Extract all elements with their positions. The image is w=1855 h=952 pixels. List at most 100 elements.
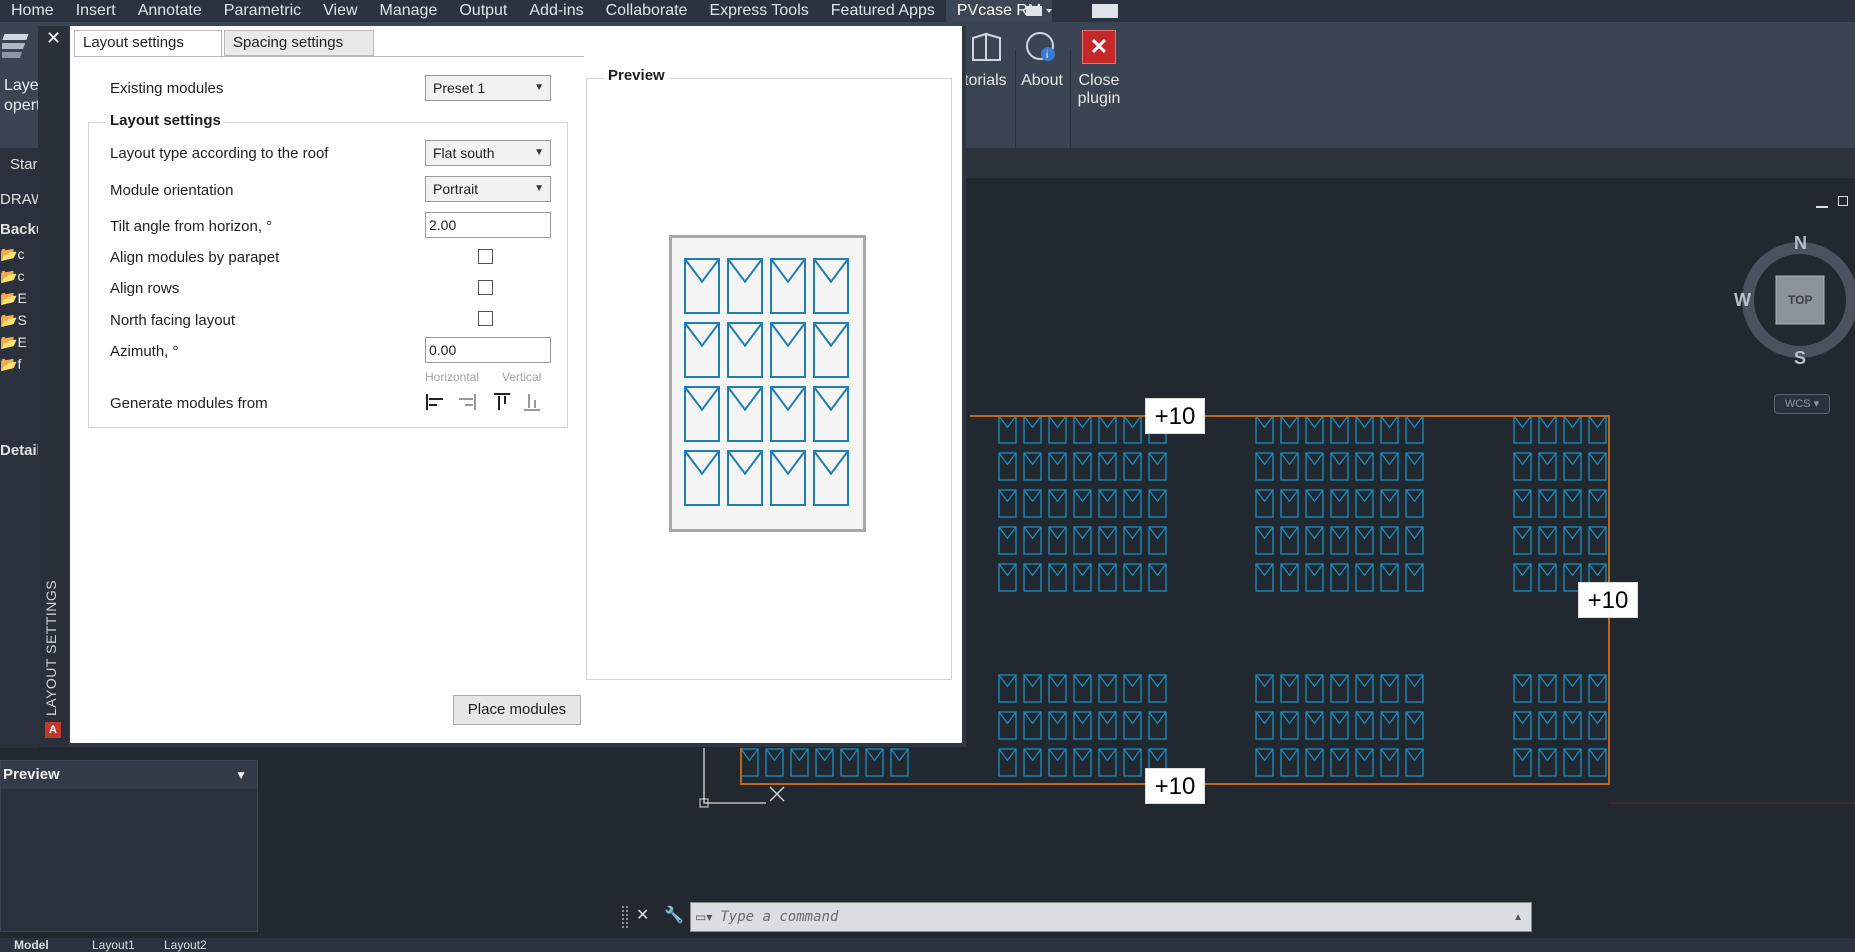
existing-modules-label: Existing modules xyxy=(110,80,224,97)
solar-module xyxy=(1305,748,1324,777)
tree-item[interactable]: 📂E xyxy=(0,290,27,312)
solar-module xyxy=(1123,452,1142,481)
solar-module xyxy=(1538,563,1557,592)
ribbon-tab-manage[interactable]: Manage xyxy=(369,0,449,22)
solar-module xyxy=(1123,711,1142,740)
ribbon-tab-annotate[interactable]: Annotate xyxy=(127,0,213,22)
solar-module xyxy=(1538,674,1557,703)
start-tab[interactable]: Star xyxy=(10,156,38,173)
solar-module xyxy=(1255,748,1274,777)
ribbon-tab-output[interactable]: Output xyxy=(448,0,518,22)
tree-item[interactable]: 📂E xyxy=(0,334,27,356)
chevron-down-icon: ▼ xyxy=(534,183,544,194)
solar-module xyxy=(1355,711,1374,740)
solar-module xyxy=(813,450,849,506)
solar-module xyxy=(1073,711,1092,740)
about-button[interactable]: i About xyxy=(1020,30,1064,90)
tab-layout-settings[interactable]: Layout settings xyxy=(74,30,222,58)
command-grip[interactable] xyxy=(622,906,628,928)
elevation-label[interactable]: +10 xyxy=(1578,582,1638,618)
solar-module xyxy=(1123,526,1142,555)
tree-item[interactable]: 📂c xyxy=(0,268,27,290)
chevron-up-icon[interactable]: ▲ xyxy=(1513,912,1523,923)
close-plugin-button[interactable]: ✕ Close plugin xyxy=(1076,30,1122,108)
book-icon xyxy=(970,30,1004,64)
layout-settings-dialog: Layout settings Spacing settings Existin… xyxy=(70,26,962,743)
solar-module xyxy=(770,450,806,506)
command-close-icon[interactable]: ✕ xyxy=(636,905,649,925)
command-prompt-icon[interactable]: ▭▾ xyxy=(695,910,712,924)
solar-module xyxy=(1330,415,1349,444)
layout2-tab[interactable]: Layout2 xyxy=(164,938,207,952)
solar-module xyxy=(1255,489,1274,518)
tree-item[interactable]: 📂f xyxy=(0,356,27,378)
azimuth-input[interactable]: 0.00 xyxy=(425,337,551,363)
ribbon-tab-view[interactable]: View xyxy=(312,0,368,22)
existing-modules-dropdown[interactable]: Preset 1 ▼ xyxy=(425,75,551,101)
place-modules-button[interactable]: Place modules xyxy=(453,695,581,725)
layout-type-dropdown[interactable]: Flat south ▼ xyxy=(425,140,551,166)
ribbon-extra-icon[interactable] xyxy=(1026,4,1054,18)
solar-module xyxy=(684,322,720,378)
ribbon-tab-insert[interactable]: Insert xyxy=(65,0,127,22)
folder-icon: 📂 xyxy=(0,356,18,372)
wcs-menu[interactable]: WCS ▾ xyxy=(1774,394,1830,414)
align-bottom-icon[interactable] xyxy=(522,392,542,412)
maximize-window-icon[interactable] xyxy=(1838,196,1848,206)
align-right-icon[interactable] xyxy=(457,392,477,412)
solar-module xyxy=(890,748,909,777)
solar-module xyxy=(1355,748,1374,777)
workspace-switch-icon[interactable] xyxy=(1092,4,1119,18)
solar-module xyxy=(1048,489,1067,518)
solar-module xyxy=(1280,526,1299,555)
ribbon-tab-express-tools[interactable]: Express Tools xyxy=(698,0,819,22)
compass-north[interactable]: N xyxy=(1794,233,1807,254)
module-orientation-dropdown[interactable]: Portrait ▼ xyxy=(425,176,551,202)
wrench-icon[interactable]: 🔧 xyxy=(664,905,684,925)
layer-properties-icon[interactable] xyxy=(0,30,36,66)
solar-module xyxy=(1073,526,1092,555)
align-left-icon[interactable] xyxy=(425,392,445,412)
solar-module xyxy=(1513,415,1532,444)
chevron-down-icon[interactable]: ▼ xyxy=(235,761,247,789)
ribbon-tab-parametric[interactable]: Parametric xyxy=(213,0,312,22)
ribbon-tab-add-ins[interactable]: Add-ins xyxy=(518,0,594,22)
compass-west[interactable]: W xyxy=(1734,290,1751,311)
elevation-label[interactable]: +10 xyxy=(1145,398,1205,434)
tab-spacing-settings[interactable]: Spacing settings xyxy=(224,30,374,56)
preview-panel-header[interactable]: Preview ▼ xyxy=(1,761,257,789)
folder-icon: 📂 xyxy=(0,290,18,306)
tree-item[interactable]: 📂c xyxy=(0,246,27,268)
module-orientation-label: Module orientation xyxy=(110,182,234,199)
solar-module xyxy=(1255,452,1274,481)
align-parapet-checkbox[interactable] xyxy=(478,249,493,264)
solar-module xyxy=(1380,748,1399,777)
north-facing-checkbox[interactable] xyxy=(478,311,493,326)
solar-module xyxy=(1538,748,1557,777)
plugin-sidebar: ✕ LAYOUT SETTINGS A xyxy=(38,26,68,747)
ribbon-tab-collaborate[interactable]: Collaborate xyxy=(595,0,699,22)
tilt-angle-input[interactable]: 2.00 xyxy=(425,212,551,238)
left-palette: Star DRAW Backup 📂c 📂c 📂E 📂S 📂E 📂f Detai… xyxy=(0,148,54,748)
plugin-close-icon[interactable]: ✕ xyxy=(46,28,61,49)
ribbon-tab-featured-apps[interactable]: Featured Apps xyxy=(820,0,946,22)
model-tab[interactable]: Model xyxy=(14,938,49,952)
tree-item[interactable]: 📂S xyxy=(0,312,27,334)
viewcube[interactable]: N S W TOP WCS ▾ xyxy=(1734,233,1855,414)
layout1-tab[interactable]: Layout1 xyxy=(92,938,135,952)
ribbon-tab-home[interactable]: Home xyxy=(0,0,65,22)
azimuth-label: Azimuth, ° xyxy=(110,343,179,360)
solar-module xyxy=(1330,711,1349,740)
viewcube-top-face[interactable]: TOP xyxy=(1788,293,1812,307)
elevation-label[interactable]: +10 xyxy=(1145,768,1205,804)
command-line[interactable]: ▭▾ Type a command ▲ xyxy=(690,902,1532,932)
align-rows-checkbox[interactable] xyxy=(478,280,493,295)
command-input[interactable]: Type a command xyxy=(720,909,838,925)
solar-module xyxy=(1148,674,1167,703)
compass-south[interactable]: S xyxy=(1794,348,1806,369)
restore-window-icon[interactable] xyxy=(1816,198,1828,208)
align-top-icon[interactable] xyxy=(492,392,512,412)
solar-module xyxy=(1255,674,1274,703)
solar-module xyxy=(727,450,763,506)
folder-icon: 📂 xyxy=(0,268,18,284)
